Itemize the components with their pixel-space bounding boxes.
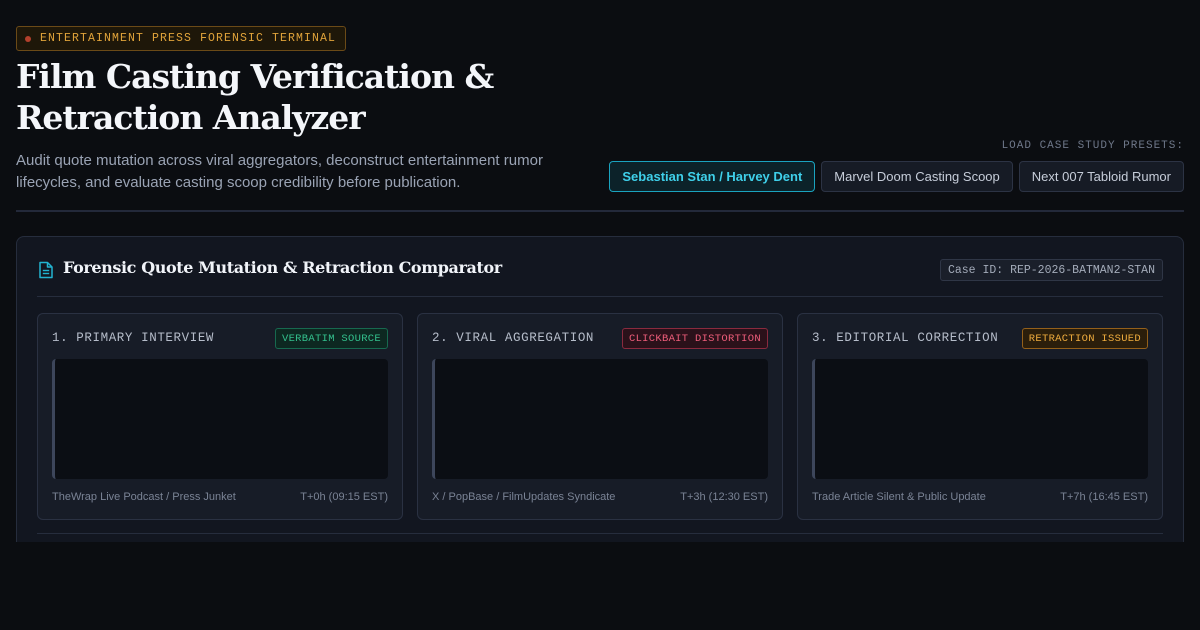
- page-title: Film Casting Verification & Retraction A…: [16, 57, 494, 137]
- card-source: TheWrap Live Podcast / Press Junket: [52, 491, 236, 503]
- document-icon: [39, 261, 53, 279]
- preset-button-007-rumor[interactable]: Next 007 Tabloid Rumor: [1018, 161, 1184, 192]
- comparator-panel: Forensic Quote Mutation & Retraction Com…: [16, 236, 1184, 556]
- card-timestamp: T+0h (09:15 EST): [300, 491, 388, 503]
- status-badge: VERBATIM SOURCE: [274, 328, 388, 349]
- panel-title: Forensic Quote Mutation & Retraction Com…: [63, 258, 502, 277]
- page-bottom: [0, 542, 1200, 630]
- status-dot-icon: [25, 35, 31, 42]
- card-source: X / PopBase / FilmUpdates Syndicate: [432, 491, 616, 503]
- stage-cards: 1. PRIMARY INTERVIEW VERBATIM SOURCE The…: [37, 313, 1163, 520]
- terminal-badge: ENTERTAINMENT PRESS FORENSIC TERMINAL: [16, 26, 347, 51]
- quote-box: [432, 359, 768, 479]
- status-badge: RETRACTION ISSUED: [1021, 328, 1148, 349]
- page-header: ENTERTAINMENT PRESS FORENSIC TERMINAL Fi…: [16, 0, 1184, 212]
- page-subtitle: Audit quote mutation across viral aggreg…: [16, 152, 543, 191]
- terminal-badge-label: ENTERTAINMENT PRESS FORENSIC TERMINAL: [40, 32, 337, 45]
- presets-label: LOAD CASE STUDY PRESETS:: [1001, 140, 1184, 152]
- card-timestamp: T+3h (12:30 EST): [680, 491, 768, 503]
- quote-box: [812, 359, 1148, 479]
- case-id-badge: Case ID: REP-2026-BATMAN2-STAN: [939, 259, 1163, 281]
- quote-box: [52, 359, 388, 479]
- panel-header: Forensic Quote Mutation & Retraction Com…: [37, 237, 1163, 297]
- panel-divider: [37, 533, 1163, 534]
- preset-button-stan-dent[interactable]: Sebastian Stan / Harvey Dent: [609, 161, 816, 192]
- status-badge: CLICKBAIT DISTORTION: [621, 328, 768, 349]
- card-timestamp: T+7h (16:45 EST): [1060, 491, 1148, 503]
- card-primary-interview: 1. PRIMARY INTERVIEW VERBATIM SOURCE The…: [37, 313, 403, 520]
- card-editorial-correction: 3. EDITORIAL CORRECTION RETRACTION ISSUE…: [797, 313, 1163, 520]
- card-viral-aggregation: 2. VIRAL AGGREGATION CLICKBAIT DISTORTIO…: [417, 313, 783, 520]
- preset-buttons: Sebastian Stan / Harvey Dent Marvel Doom…: [609, 161, 1184, 192]
- card-heading: 1. PRIMARY INTERVIEW: [52, 331, 215, 345]
- preset-button-doom-scoop[interactable]: Marvel Doom Casting Scoop: [821, 161, 1013, 192]
- card-heading: 2. VIRAL AGGREGATION: [432, 331, 595, 345]
- card-heading: 3. EDITORIAL CORRECTION: [812, 331, 999, 345]
- card-source: Trade Article Silent & Public Update: [812, 491, 986, 503]
